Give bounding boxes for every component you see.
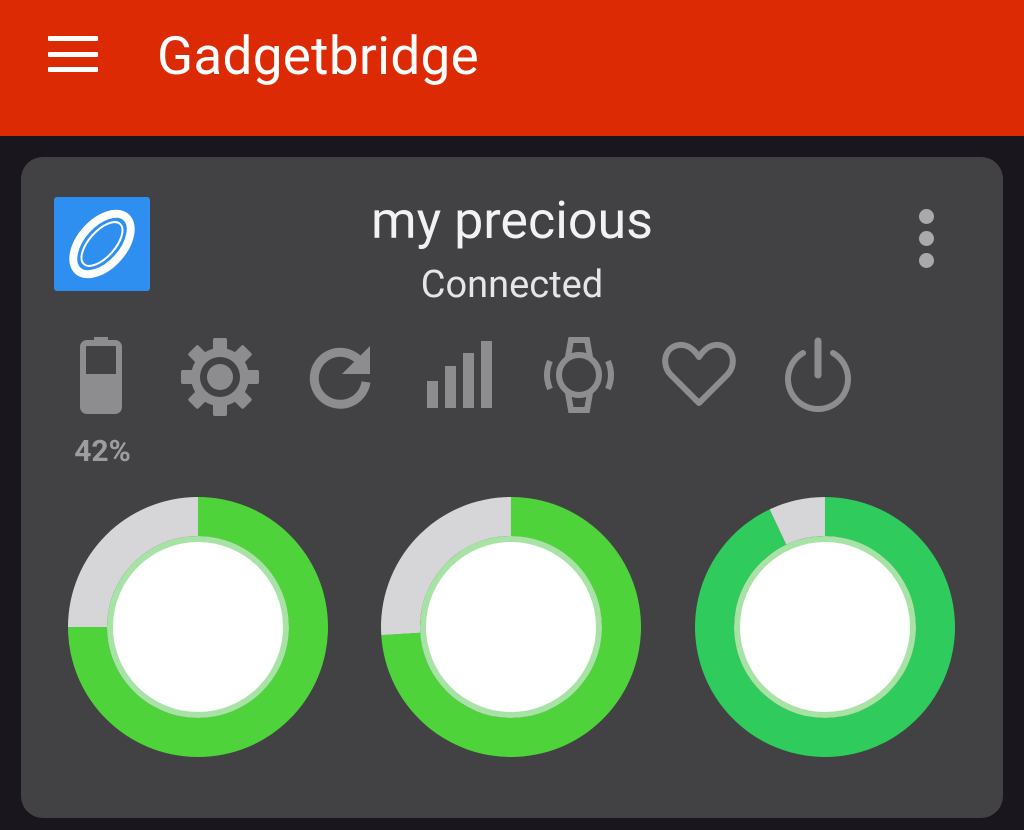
gear-icon[interactable] — [180, 337, 260, 417]
power-icon[interactable] — [779, 337, 857, 415]
hamburger-menu-icon[interactable] — [48, 36, 98, 72]
app-bar: Gadgetbridge — [0, 0, 1024, 136]
battery-icon[interactable] — [77, 334, 125, 414]
ring-1-center — [113, 542, 283, 712]
device-name: my precious — [370, 190, 654, 251]
connection-status: Connected — [420, 263, 604, 307]
app-title: Gadgetbridge — [157, 25, 479, 87]
refresh-icon[interactable] — [306, 340, 376, 410]
more-vert-icon[interactable] — [919, 209, 934, 281]
ring-3-center — [740, 542, 910, 712]
find-device-watch-icon[interactable] — [536, 335, 622, 415]
ring-2-center — [426, 542, 596, 712]
activity-rings — [68, 497, 955, 757]
heart-icon[interactable] — [661, 339, 737, 409]
battery-percent: 42% — [74, 434, 131, 469]
bar-chart-icon[interactable] — [425, 341, 495, 409]
ring-device-icon — [54, 197, 150, 291]
device-card[interactable]: my precious Connected 42% — [21, 157, 1003, 818]
